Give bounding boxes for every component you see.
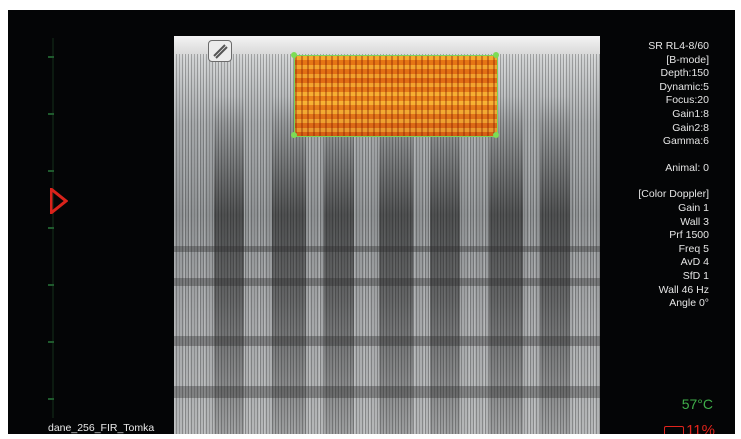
scale-tick [48,398,54,400]
scale-tick [48,284,54,286]
shadow-band [214,96,244,434]
shadow-band [379,96,413,434]
near-field-band [174,36,600,54]
probe-logo-icon [208,40,232,62]
roi-handle[interactable] [493,52,499,58]
gain2-value: Gain2:8 [672,121,709,134]
roi-handle[interactable] [493,132,499,138]
shadow-band [324,96,354,434]
screenshot: SR RL4-8/60 [B-mode] Depth:150 Dynamic:5… [0,0,741,439]
color-doppler-header: [Color Doppler] [638,188,709,201]
triangle-pointer-icon[interactable] [50,188,68,214]
shadow-band [540,96,570,434]
cd-freq-value: Freq 5 [678,242,709,255]
scale-tick [48,341,54,343]
cd-angle-value: Angle 0° [669,297,709,310]
scale-tick [48,113,54,115]
color-doppler-roi[interactable] [294,55,498,137]
parameter-panel: SR RL4-8/60 [B-mode] Depth:150 Dynamic:5… [569,40,709,311]
cd-sfd-value: SfD 1 [682,269,709,282]
gain1-value: Gain1:8 [672,107,709,120]
cd-gain-value: Gain 1 [678,201,709,214]
cd-wall-value: Wall 3 [680,215,709,228]
echo-band [174,246,600,252]
focus-value: Focus:20 [665,94,709,107]
depth-value: Depth:150 [660,67,709,80]
ultrasound-display: SR RL4-8/60 [B-mode] Depth:150 Dynamic:5… [8,10,735,434]
cd-prf-value: Prf 1500 [669,229,709,242]
echo-band [174,278,600,286]
scale-tick [48,56,54,58]
temperature-readout: 57°C [681,396,713,412]
scale-tick [48,227,54,229]
roi-handle[interactable] [291,132,297,138]
shadow-band [430,96,460,434]
echo-band [174,386,600,398]
cd-wall-hz-value: Wall 46 Hz [658,283,709,296]
battery-status: 11% [664,422,715,434]
shadow-band [489,96,523,434]
file-name-label: dane_256_FIR_Tomka [48,422,155,434]
gamma-value: Gamma:6 [662,135,709,148]
dynamic-value: Dynamic:5 [659,80,709,93]
battery-icon [664,425,685,434]
mode-label: [B-mode] [666,53,709,66]
animal-value: Animal: 0 [665,161,709,174]
battery-percent: 11% [686,422,715,434]
shadow-band [272,96,306,434]
scale-tick [48,170,54,172]
cd-avd-value: AvD 4 [680,256,709,269]
roi-handle[interactable] [291,52,297,58]
probe-label: SR RL4-8/60 [648,40,709,52]
echo-band [174,336,600,346]
